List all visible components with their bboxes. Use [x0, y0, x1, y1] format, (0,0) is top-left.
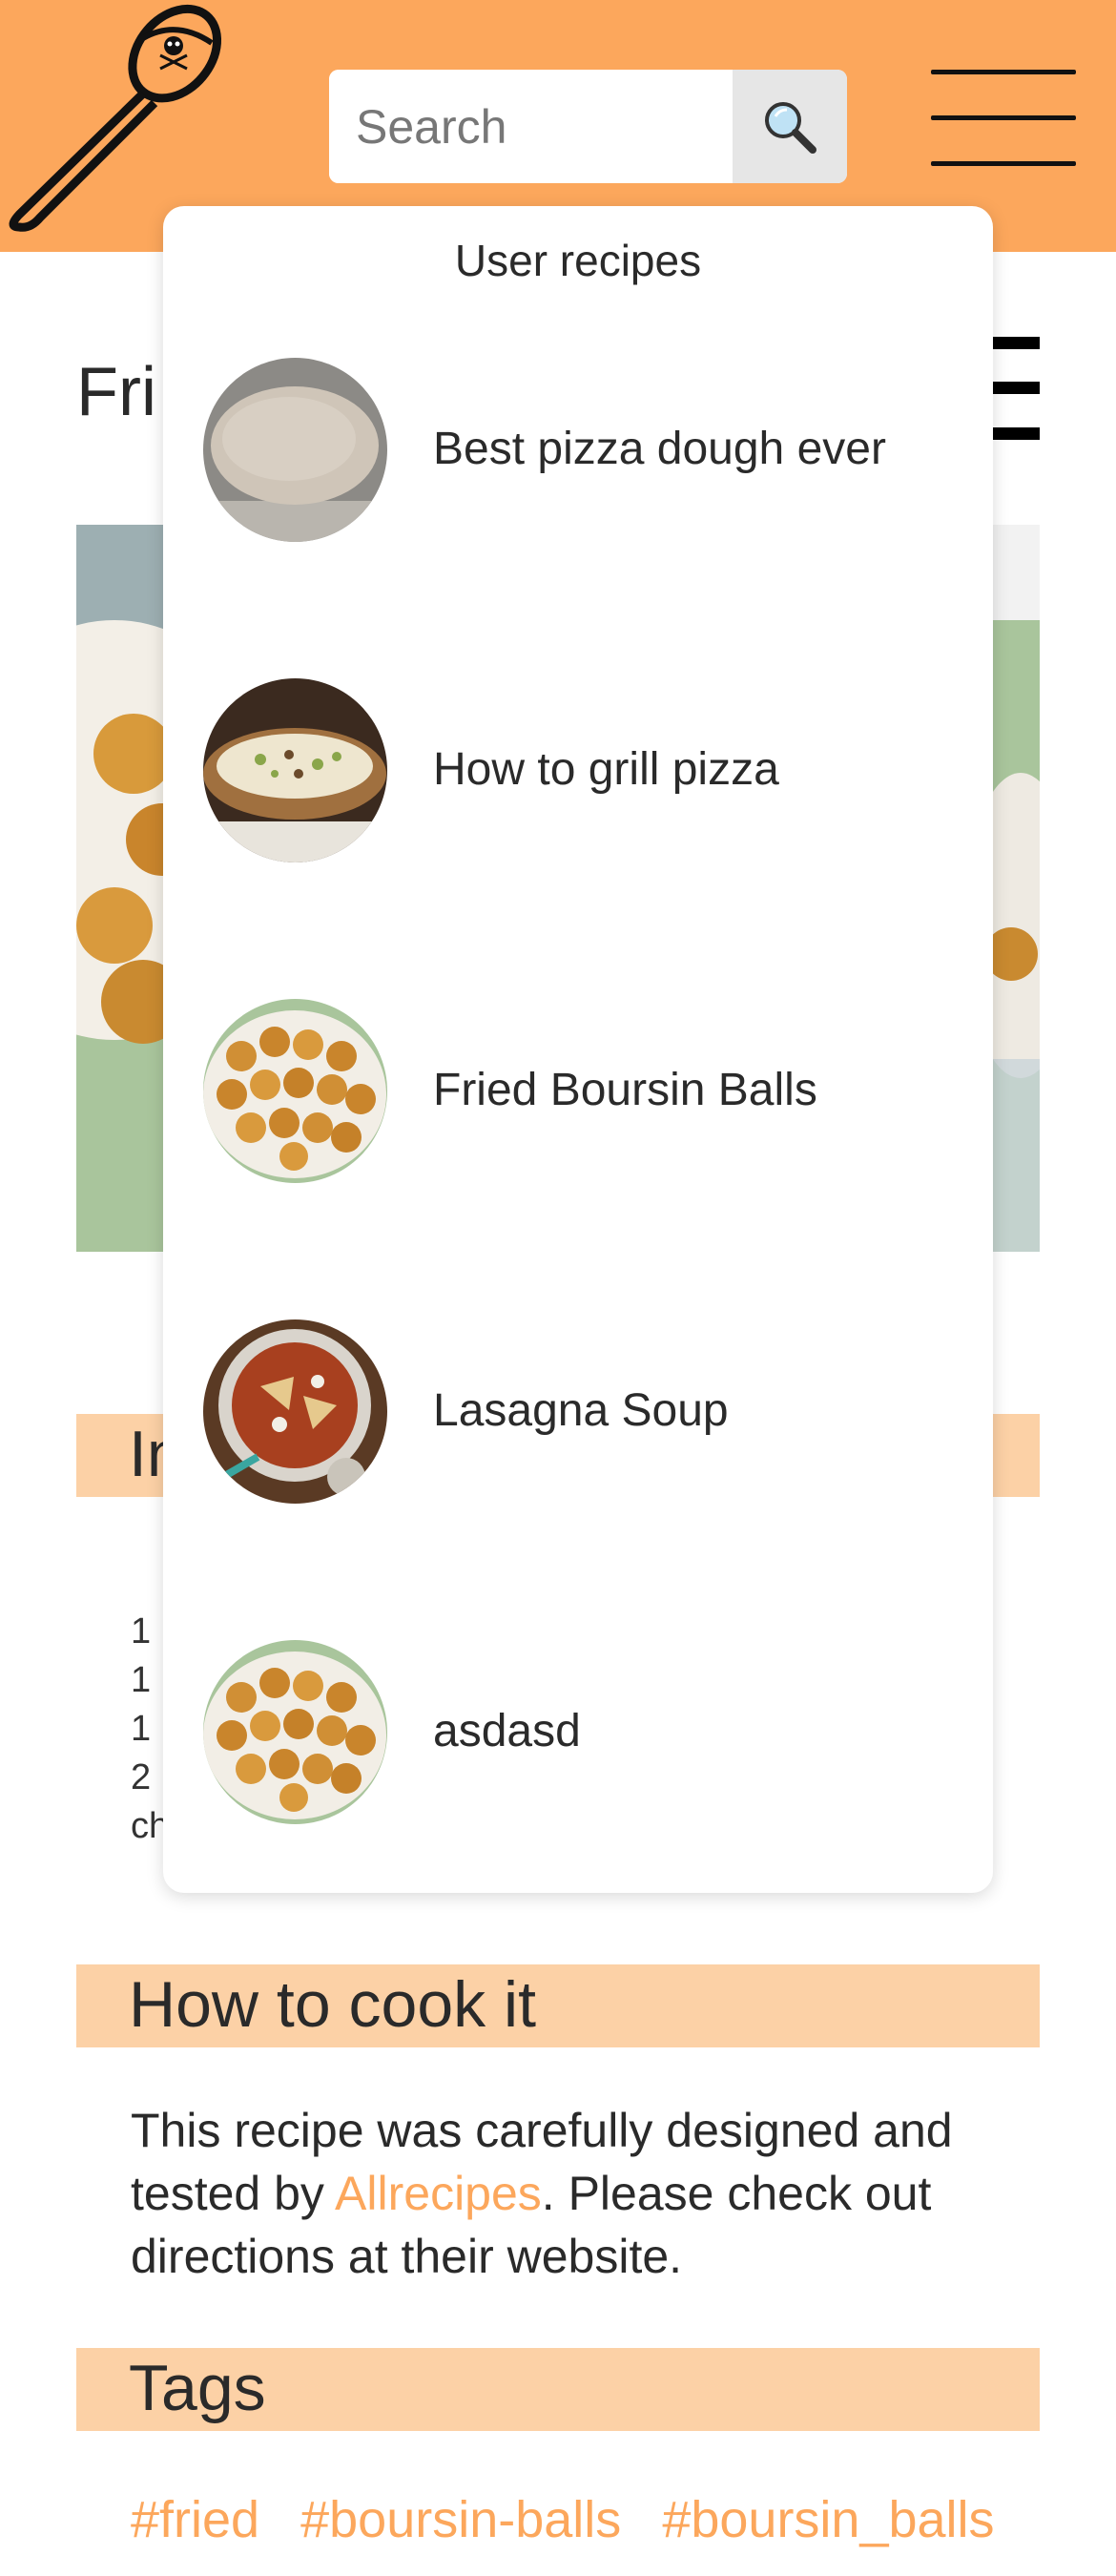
search-button[interactable] — [733, 70, 847, 183]
allrecipes-link[interactable]: Allrecipes — [335, 2167, 542, 2220]
cook-instructions: This recipe was carefully designed and t… — [131, 2099, 1046, 2288]
list-icon[interactable] — [987, 337, 1040, 440]
boursin-balls-thumbnail — [203, 1640, 387, 1824]
hamburger-menu-button[interactable] — [931, 70, 1076, 169]
result-label: Fried Boursin Balls — [433, 1065, 817, 1115]
result-label: How to grill pizza — [433, 744, 779, 795]
page-title: Fri — [76, 354, 156, 430]
tags-heading: Tags — [129, 2352, 266, 2424]
cook-section-header: How to cook it — [76, 1964, 1040, 2047]
result-label: Best pizza dough ever — [433, 424, 886, 474]
tag-link[interactable]: #boursin-balls — [300, 2491, 621, 2548]
lasagna-soup-thumbnail — [203, 1319, 387, 1504]
pirate-spoon-logo-icon[interactable] — [0, 0, 238, 239]
tag-link[interactable]: #fried — [131, 2491, 259, 2548]
search-result-item[interactable]: How to grill pizza — [163, 678, 993, 999]
magnifier-icon — [765, 101, 816, 154]
search-input[interactable] — [329, 70, 733, 183]
cook-heading: How to cook it — [129, 1968, 537, 2041]
result-label: asdasd — [433, 1706, 581, 1756]
search-result-item[interactable]: Best pizza dough ever — [163, 358, 993, 678]
pizza-dough-thumbnail — [203, 358, 387, 542]
grilled-pizza-thumbnail — [203, 678, 387, 862]
search-results-dropdown: User recipes Best pizza dough ever How t… — [163, 206, 993, 1893]
result-label: Lasagna Soup — [433, 1385, 729, 1436]
tags-section-header: Tags — [76, 2348, 1040, 2431]
tag-list: #fried #boursin-balls #boursin_balls — [131, 2490, 1022, 2549]
search-result-item[interactable]: asdasd — [163, 1640, 993, 1961]
search-box — [329, 70, 847, 183]
search-result-item[interactable]: Lasagna Soup — [163, 1319, 993, 1640]
boursin-balls-thumbnail — [203, 999, 387, 1183]
dropdown-title: User recipes — [454, 236, 702, 285]
search-result-item[interactable]: Fried Boursin Balls — [163, 999, 993, 1319]
tag-link[interactable]: #boursin_balls — [662, 2491, 994, 2548]
